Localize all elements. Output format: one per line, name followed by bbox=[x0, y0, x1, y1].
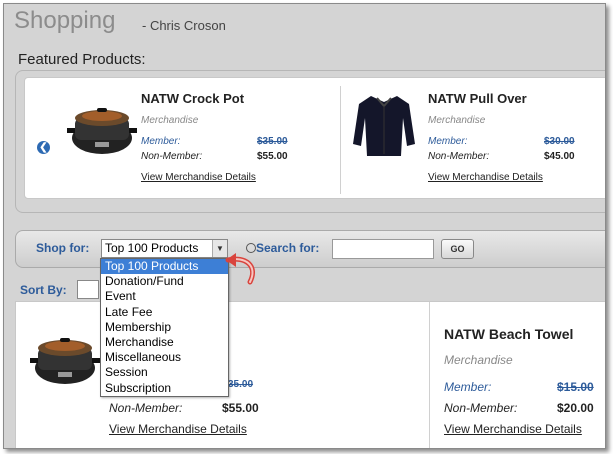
go-button[interactable]: GO bbox=[441, 239, 474, 259]
dropdown-option[interactable]: Late Fee bbox=[101, 305, 228, 320]
dropdown-option[interactable]: Session bbox=[101, 365, 228, 380]
featured-product-category: Merchandise bbox=[141, 115, 199, 126]
view-merchandise-details-link[interactable]: View Merchandise Details bbox=[428, 172, 543, 183]
view-merchandise-details-link[interactable]: View Merchandise Details bbox=[109, 422, 247, 436]
nonmember-price-label: Non-Member: bbox=[141, 151, 203, 162]
callout-arrow-icon bbox=[225, 253, 255, 285]
dropdown-option[interactable]: Subscription bbox=[101, 381, 228, 396]
result-divider bbox=[429, 302, 430, 448]
featured-product-category: Merchandise bbox=[428, 115, 486, 126]
sort-by-select[interactable] bbox=[77, 280, 99, 299]
shop-for-dropdown-list[interactable]: Top 100 Products Donation/Fund Event Lat… bbox=[100, 258, 229, 397]
product-divider bbox=[340, 86, 341, 194]
nonmember-price: $45.00 bbox=[544, 151, 575, 162]
search-for-label: Search for: bbox=[256, 241, 320, 255]
nonmember-price: $55.00 bbox=[257, 151, 288, 162]
member-price: $35.00 bbox=[257, 136, 288, 147]
featured-product-name[interactable]: NATW Crock Pot bbox=[141, 91, 244, 106]
dropdown-option[interactable]: Donation/Fund bbox=[101, 274, 228, 289]
member-price-label: Member: bbox=[444, 380, 492, 394]
nonmember-price-label: Non-Member: bbox=[444, 401, 518, 415]
member-price: 35.00 bbox=[228, 379, 254, 390]
page-title: Shopping bbox=[14, 7, 116, 34]
crock-pot-image[interactable] bbox=[28, 328, 102, 388]
dropdown-option[interactable]: Membership bbox=[101, 320, 228, 335]
featured-products-panel: ❮ NATW Crock Pot Merchandise Member: $35… bbox=[15, 70, 605, 213]
member-price-label: Member: bbox=[428, 136, 468, 147]
shop-for-label: Shop for: bbox=[36, 241, 90, 255]
dropdown-option[interactable]: Merchandise bbox=[101, 335, 228, 350]
nonmember-price-label: Non-Member: bbox=[109, 401, 183, 415]
result-product-category: Merchandise bbox=[444, 353, 513, 367]
page-subtitle: - Chris Croson bbox=[142, 18, 226, 33]
nonmember-price: $20.00 bbox=[557, 401, 594, 415]
featured-products-carousel: ❮ NATW Crock Pot Merchandise Member: $35… bbox=[24, 77, 605, 199]
pull-over-jacket-image[interactable] bbox=[349, 92, 419, 160]
dropdown-option[interactable]: Event bbox=[101, 289, 228, 304]
dropdown-option[interactable]: Miscellaneous bbox=[101, 350, 228, 365]
nonmember-price: $55.00 bbox=[222, 401, 259, 415]
nonmember-price-label: Non-Member: bbox=[428, 151, 490, 162]
featured-product-name[interactable]: NATW Pull Over bbox=[428, 91, 527, 106]
crock-pot-image[interactable] bbox=[65, 98, 139, 158]
sort-by-label: Sort By: bbox=[20, 283, 67, 297]
view-merchandise-details-link[interactable]: View Merchandise Details bbox=[141, 172, 256, 183]
shop-for-selected-value: Top 100 Products bbox=[105, 241, 199, 255]
member-price-label: Member: bbox=[141, 136, 181, 147]
search-input[interactable] bbox=[332, 239, 434, 259]
shop-for-select[interactable]: Top 100 Products ▼ bbox=[101, 239, 228, 258]
shopping-window: Shopping - Chris Croson Featured Product… bbox=[3, 3, 606, 449]
member-price: $30.00 bbox=[544, 136, 575, 147]
member-price: $15.00 bbox=[557, 380, 594, 394]
view-merchandise-details-link[interactable]: View Merchandise Details bbox=[444, 422, 582, 436]
result-product-name[interactable]: NATW Beach Towel bbox=[444, 326, 573, 342]
featured-products-label: Featured Products: bbox=[18, 51, 146, 68]
carousel-prev-icon[interactable]: ❮ bbox=[37, 141, 50, 154]
dropdown-option[interactable]: Top 100 Products bbox=[101, 259, 228, 275]
